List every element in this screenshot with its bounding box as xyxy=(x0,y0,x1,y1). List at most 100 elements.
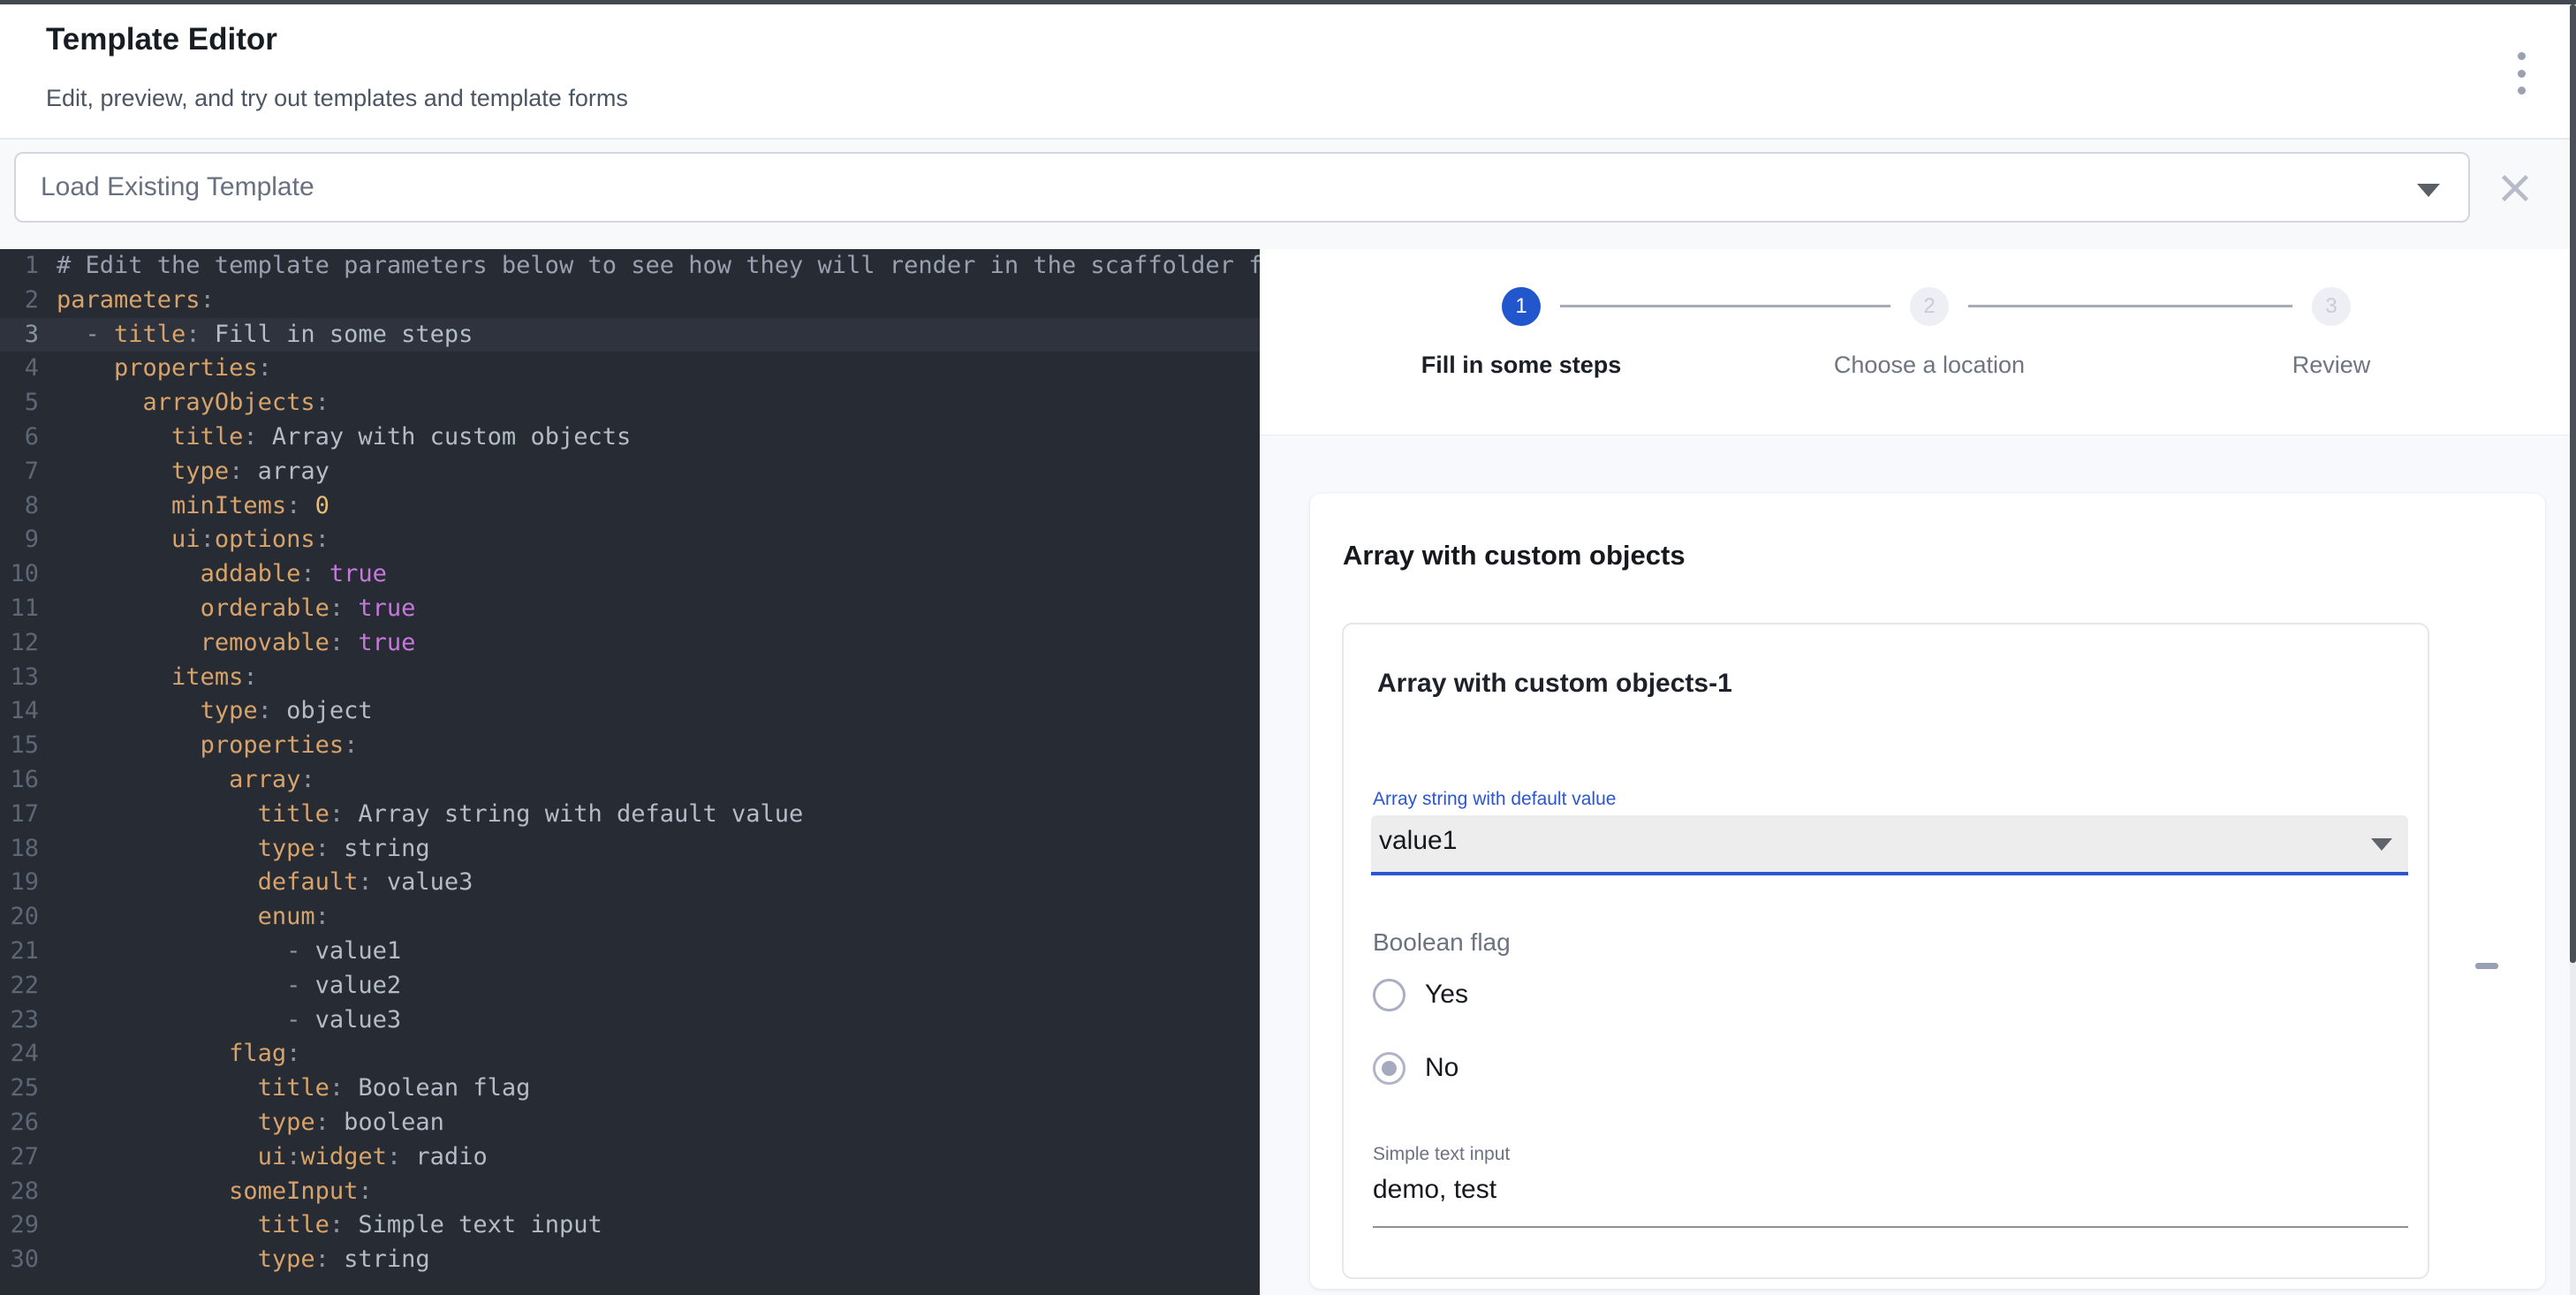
close-icon xyxy=(2495,168,2535,208)
chevron-down-icon xyxy=(2417,184,2440,197)
line-number: 14 xyxy=(0,694,57,729)
page-title: Template Editor xyxy=(46,22,277,57)
array-section-heading: Array with custom objects xyxy=(1343,540,1686,572)
step-connector xyxy=(1968,305,2292,307)
code-line[interactable]: 12 removable: true xyxy=(0,626,1260,661)
code-line[interactable]: 22 - value2 xyxy=(0,969,1260,1003)
code-text: default: value3 xyxy=(57,866,1260,900)
code-text: type: string xyxy=(57,1243,1260,1277)
code-line[interactable]: 4 properties: xyxy=(0,352,1260,386)
code-text: title: Array with custom objects xyxy=(57,420,1260,455)
minus-icon xyxy=(2475,963,2498,969)
remove-array-item-button[interactable] xyxy=(2469,955,2504,976)
code-line[interactable]: 10 addable: true xyxy=(0,557,1260,592)
load-existing-template-placeholder: Load Existing Template xyxy=(41,172,314,202)
line-number: 23 xyxy=(0,1003,57,1038)
code-line[interactable]: 17 title: Array string with default valu… xyxy=(0,798,1260,832)
step-connector xyxy=(1560,305,1890,307)
form-stepper: 1 Fill in some steps 2 Choose a location… xyxy=(1260,249,2570,435)
code-text: type: boolean xyxy=(57,1106,1260,1140)
code-text: type: object xyxy=(57,694,1260,729)
line-number: 24 xyxy=(0,1037,57,1072)
code-line[interactable]: 9 ui:options: xyxy=(0,523,1260,557)
code-line[interactable]: 14 type: object xyxy=(0,694,1260,729)
line-number: 20 xyxy=(0,900,57,935)
code-line[interactable]: 8 minItems: 0 xyxy=(0,489,1260,524)
code-line[interactable]: 15 properties: xyxy=(0,729,1260,763)
code-text: arrayObjects: xyxy=(57,386,1260,420)
line-number: 25 xyxy=(0,1072,57,1106)
form-preview-pane: Array with custom objects Array with cus… xyxy=(1260,435,2570,1295)
line-number: 15 xyxy=(0,729,57,763)
code-line[interactable]: 29 title: Simple text input xyxy=(0,1208,1260,1243)
page-scrollbar-thumb[interactable] xyxy=(2570,4,2576,963)
more-options-button[interactable] xyxy=(2504,52,2539,95)
code-text: properties: xyxy=(57,729,1260,763)
array-string-select[interactable]: value1 xyxy=(1371,815,2408,875)
code-line[interactable]: 11 orderable: true xyxy=(0,592,1260,626)
code-line[interactable]: 2parameters: xyxy=(0,284,1260,318)
line-number: 7 xyxy=(0,455,57,489)
code-line[interactable]: 25 title: Boolean flag xyxy=(0,1072,1260,1106)
code-line[interactable]: 3 - title: Fill in some steps xyxy=(0,318,1260,352)
line-number: 22 xyxy=(0,969,57,1003)
code-line[interactable]: 19 default: value3 xyxy=(0,866,1260,900)
array-item-title: Array with custom objects-1 xyxy=(1377,669,1732,699)
array-item-card: Array with custom objects-1 Array string… xyxy=(1342,623,2429,1279)
code-text: addable: true xyxy=(57,557,1260,592)
line-number: 5 xyxy=(0,386,57,420)
code-line[interactable]: 20 enum: xyxy=(0,900,1260,935)
line-number: 19 xyxy=(0,866,57,900)
code-text: - value3 xyxy=(57,1003,1260,1038)
boolean-flag-label: Boolean flag xyxy=(1373,928,1511,957)
code-line[interactable]: 1# Edit the template parameters below to… xyxy=(0,249,1260,284)
code-line[interactable]: 30 type: string xyxy=(0,1243,1260,1277)
code-text: - value2 xyxy=(57,969,1260,1003)
code-text: properties: xyxy=(57,352,1260,386)
step-3-circle: 3 xyxy=(2312,287,2351,326)
code-line[interactable]: 23 - value3 xyxy=(0,1003,1260,1038)
line-number: 13 xyxy=(0,661,57,695)
line-number: 8 xyxy=(0,489,57,524)
code-line[interactable]: 18 type: string xyxy=(0,832,1260,867)
line-number: 11 xyxy=(0,592,57,626)
step-2-circle: 2 xyxy=(1910,287,1949,326)
code-line[interactable]: 16 array: xyxy=(0,763,1260,798)
simple-text-input[interactable]: demo, test xyxy=(1373,1175,1496,1205)
form-step-card: Array with custom objects Array with cus… xyxy=(1310,494,2545,1289)
code-text: array: xyxy=(57,763,1260,798)
code-line[interactable]: 24 flag: xyxy=(0,1037,1260,1072)
code-line[interactable]: 27 ui:widget: radio xyxy=(0,1140,1260,1175)
text-input-underline xyxy=(1373,1226,2408,1228)
code-line[interactable]: 5 arrayObjects: xyxy=(0,386,1260,420)
code-line[interactable]: 13 items: xyxy=(0,661,1260,695)
template-editor-page: Template Editor Edit, preview, and try o… xyxy=(0,0,2576,1295)
code-line[interactable]: 6 title: Array with custom objects xyxy=(0,420,1260,455)
radio-option-no[interactable]: No xyxy=(1373,1050,1458,1086)
line-number: 28 xyxy=(0,1175,57,1209)
line-number: 26 xyxy=(0,1106,57,1140)
array-string-select-label: Array string with default value xyxy=(1373,789,1616,810)
radio-icon xyxy=(1373,1052,1405,1085)
code-text: type: string xyxy=(57,832,1260,867)
code-text: ui:widget: radio xyxy=(57,1140,1260,1175)
chevron-down-icon xyxy=(2371,838,2392,851)
yaml-code-editor[interactable]: 1# Edit the template parameters below to… xyxy=(0,249,1260,1295)
code-text: orderable: true xyxy=(57,592,1260,626)
code-line[interactable]: 21 - value1 xyxy=(0,935,1260,969)
code-line[interactable]: 7 type: array xyxy=(0,455,1260,489)
page-header: Template Editor Edit, preview, and try o… xyxy=(0,4,2570,140)
load-existing-template-select[interactable]: Load Existing Template xyxy=(14,152,2470,223)
kebab-dot xyxy=(2518,70,2526,78)
simple-text-input-label: Simple text input xyxy=(1373,1144,1510,1165)
code-text: type: array xyxy=(57,455,1260,489)
clear-selection-button[interactable] xyxy=(2495,168,2535,208)
code-line[interactable]: 28 someInput: xyxy=(0,1175,1260,1209)
step-2-label: Choose a location xyxy=(1834,352,2025,379)
radio-option-yes[interactable]: Yes xyxy=(1373,977,1468,1012)
radio-option-no-label: No xyxy=(1425,1053,1458,1083)
step-1-circle: 1 xyxy=(1502,287,1541,326)
radio-icon xyxy=(1373,979,1405,1011)
code-line[interactable]: 26 type: boolean xyxy=(0,1106,1260,1140)
code-text: flag: xyxy=(57,1037,1260,1072)
